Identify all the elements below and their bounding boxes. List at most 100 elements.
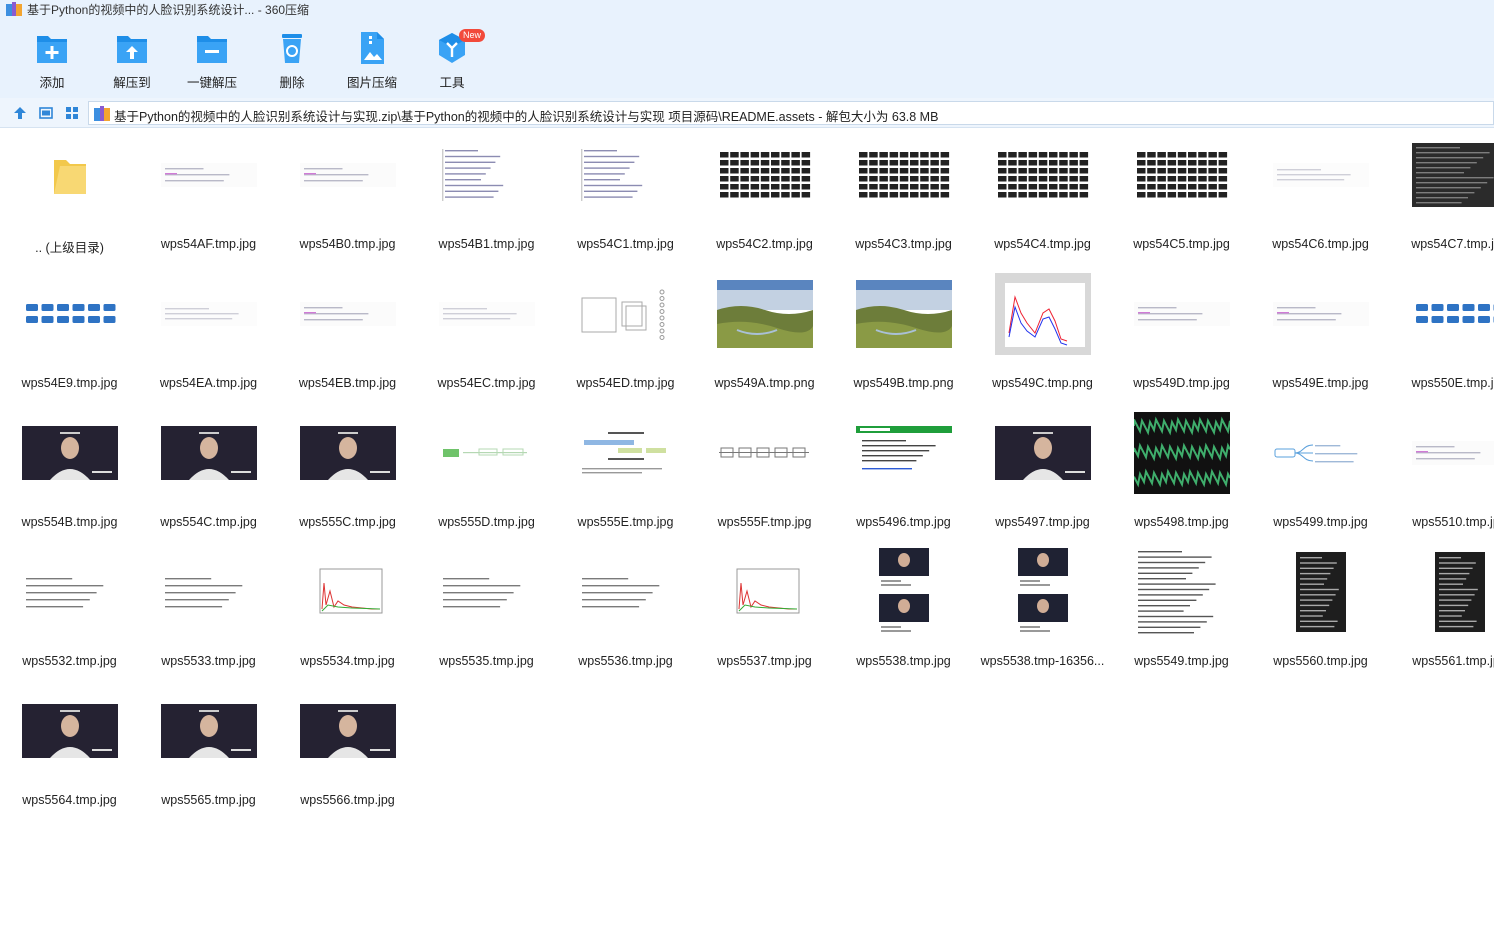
file-item[interactable]: wps54C4.tmp.jpg — [973, 129, 1112, 254]
file-item[interactable]: wps54B1.tmp.jpg — [417, 129, 556, 254]
file-thumbnail — [576, 413, 676, 493]
file-thumbnail — [1132, 274, 1232, 354]
file-item[interactable]: wps555F.tmp.jpg — [695, 407, 834, 532]
file-name: wps5560.tmp.jpg — [1273, 654, 1368, 668]
image-compress-button[interactable]: 图片压缩 — [332, 30, 412, 91]
file-item[interactable]: wps54C6.tmp.jpg — [1251, 129, 1390, 254]
file-item[interactable]: wps5536.tmp.jpg — [556, 546, 695, 671]
file-name: wps54EA.tmp.jpg — [159, 376, 258, 390]
file-item[interactable]: wps5538.tmp-16356... — [973, 546, 1112, 671]
file-item[interactable]: wps54C2.tmp.jpg — [695, 129, 834, 254]
file-name: wps5499.tmp.jpg — [1273, 515, 1368, 529]
file-thumbnail — [20, 274, 120, 354]
file-name: wps5535.tmp.jpg — [439, 654, 534, 668]
file-name: wps54C1.tmp.jpg — [577, 237, 674, 251]
file-item[interactable]: wps54EB.tmp.jpg — [278, 268, 417, 393]
one-click-extract-label: 一键解压 — [186, 76, 237, 90]
file-item[interactable]: wps54C1.tmp.jpg — [556, 129, 695, 254]
file-name: wps554B.tmp.jpg — [21, 515, 118, 529]
toolbar: 添加 解压到 一键解压 删除 图片压缩 New 工具 — [0, 18, 1494, 98]
file-thumbnail — [715, 274, 815, 354]
file-item[interactable]: wps5532.tmp.jpg — [0, 546, 139, 671]
file-item[interactable]: wps555D.tmp.jpg — [417, 407, 556, 532]
thumbnail-view-icon[interactable] — [64, 105, 80, 121]
file-item[interactable]: wps554B.tmp.jpg — [0, 407, 139, 532]
file-item[interactable]: wps5535.tmp.jpg — [417, 546, 556, 671]
file-item[interactable]: wps5564.tmp.jpg — [0, 685, 139, 810]
file-thumbnail — [20, 552, 120, 632]
file-name: wps555C.tmp.jpg — [299, 515, 396, 529]
file-thumbnail — [1410, 413, 1494, 493]
archive-app-icon — [6, 2, 22, 16]
file-item[interactable]: wps5549.tmp.jpg — [1112, 546, 1251, 671]
file-item[interactable]: wps554C.tmp.jpg — [139, 407, 278, 532]
title-bar: 基于Python的视频中的人脸识别系统设计... - 360压缩 — [0, 0, 1494, 18]
file-item[interactable]: wps5560.tmp.jpg — [1251, 546, 1390, 671]
file-item[interactable]: wps54AF.tmp.jpg — [139, 129, 278, 254]
file-item[interactable]: wps555C.tmp.jpg — [278, 407, 417, 532]
add-button[interactable]: 添加 — [12, 30, 92, 91]
file-thumbnail — [437, 135, 537, 215]
file-thumbnail — [298, 413, 398, 493]
extract-to-icon — [117, 36, 147, 63]
file-thumbnail — [1271, 274, 1371, 354]
file-item[interactable]: wps54C3.tmp.jpg — [834, 129, 973, 254]
file-name: wps549C.tmp.png — [992, 376, 1093, 390]
file-name: wps54C5.tmp.jpg — [1133, 237, 1230, 251]
file-item[interactable]: wps5565.tmp.jpg — [139, 685, 278, 810]
file-item[interactable]: wps54EA.tmp.jpg — [139, 268, 278, 393]
file-item[interactable]: wps54EC.tmp.jpg — [417, 268, 556, 393]
file-item[interactable]: wps5498.tmp.jpg — [1112, 407, 1251, 532]
file-item[interactable]: wps5538.tmp.jpg — [834, 546, 973, 671]
parent-folder-item[interactable]: .. (上级目录) — [0, 129, 139, 255]
file-thumbnail — [1271, 413, 1371, 493]
file-name: wps555D.tmp.jpg — [438, 515, 535, 529]
delete-button[interactable]: 删除 — [252, 30, 332, 91]
file-item[interactable]: wps5566.tmp.jpg — [278, 685, 417, 810]
up-arrow-icon[interactable] — [12, 105, 28, 121]
file-item[interactable]: wps549A.tmp.png — [695, 268, 834, 393]
file-item[interactable]: wps5534.tmp.jpg — [278, 546, 417, 671]
file-thumbnail — [298, 552, 398, 632]
list-view-icon[interactable] — [38, 105, 54, 121]
file-thumbnail — [1132, 547, 1232, 637]
file-item[interactable]: wps54C5.tmp.jpg — [1112, 129, 1251, 254]
file-thumbnail — [298, 274, 398, 354]
file-name: wps5536.tmp.jpg — [578, 654, 673, 668]
file-item[interactable]: wps5496.tmp.jpg — [834, 407, 973, 532]
file-item[interactable]: wps54E9.tmp.jpg — [0, 268, 139, 393]
file-item[interactable]: wps5497.tmp.jpg — [973, 407, 1112, 532]
file-thumbnail — [159, 691, 259, 771]
file-thumbnail — [159, 274, 259, 354]
file-item[interactable]: wps54B0.tmp.jpg — [278, 129, 417, 254]
zip-file-icon — [94, 106, 110, 121]
file-item[interactable]: wps5561.tmp.jpg — [1390, 546, 1494, 671]
file-item[interactable]: wps5533.tmp.jpg — [139, 546, 278, 671]
tools-button[interactable]: New 工具 — [412, 29, 492, 91]
one-click-extract-button[interactable]: 一键解压 — [172, 30, 252, 91]
path-field[interactable]: 基于Python的视频中的人脸识别系统设计与实现.zip\基于Python的视频… — [88, 101, 1494, 125]
folder-icon — [20, 135, 120, 215]
file-thumbnail — [1410, 135, 1494, 215]
file-thumbnail — [20, 413, 120, 493]
file-item[interactable]: wps550E.tmp.jpg — [1390, 268, 1494, 393]
file-item[interactable]: wps5499.tmp.jpg — [1251, 407, 1390, 532]
file-name: wps555E.tmp.jpg — [577, 515, 674, 529]
file-item[interactable]: wps549E.tmp.jpg — [1251, 268, 1390, 393]
file-item[interactable]: wps549C.tmp.png — [973, 268, 1112, 393]
file-name: wps5533.tmp.jpg — [161, 654, 256, 668]
file-name: wps5537.tmp.jpg — [717, 654, 812, 668]
extract-to-label: 解压到 — [113, 76, 151, 90]
file-name: wps5532.tmp.jpg — [22, 654, 117, 668]
extract-to-button[interactable]: 解压到 — [92, 30, 172, 91]
file-item[interactable]: wps54ED.tmp.jpg — [556, 268, 695, 393]
file-thumbnail — [993, 135, 1093, 215]
file-item[interactable]: wps54C7.tmp.jpg — [1390, 129, 1494, 254]
file-item[interactable]: wps549D.tmp.jpg — [1112, 268, 1251, 393]
file-item[interactable]: wps555E.tmp.jpg — [556, 407, 695, 532]
file-thumbnail — [298, 135, 398, 215]
file-item[interactable]: wps5510.tmp.jpg — [1390, 407, 1494, 532]
file-item[interactable]: wps549B.tmp.png — [834, 268, 973, 393]
file-name: wps550E.tmp.jpg — [1411, 376, 1494, 390]
file-item[interactable]: wps5537.tmp.jpg — [695, 546, 834, 671]
